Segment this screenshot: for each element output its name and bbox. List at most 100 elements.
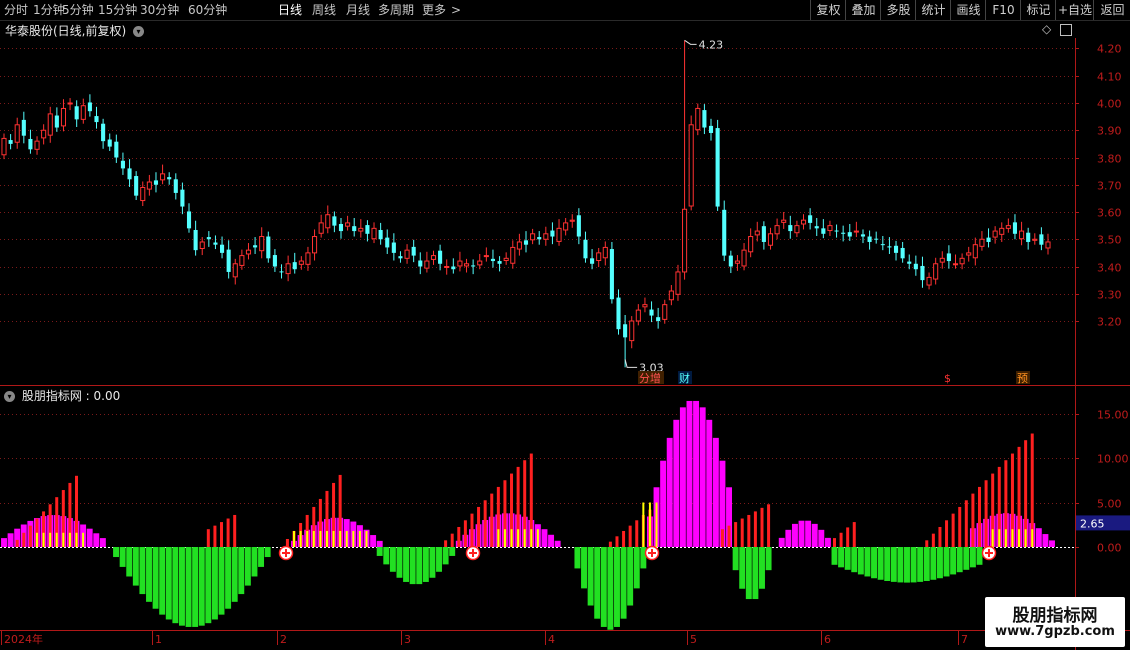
candle-body — [616, 297, 621, 330]
candle-body — [318, 222, 324, 234]
indicator-magenta-bar — [7, 533, 14, 547]
candle-body — [979, 238, 985, 247]
indicator-green-bar — [956, 547, 963, 573]
candle-body — [444, 266, 450, 268]
indicator-green-bar — [581, 547, 587, 589]
indicator-red-bar — [22, 532, 26, 547]
indicator-magenta-bar — [778, 537, 785, 547]
chevron-down-icon[interactable]: ▾ — [4, 391, 15, 402]
candle-body — [28, 138, 33, 150]
candle-body — [590, 258, 595, 264]
candle-body — [398, 256, 403, 259]
indicator-yellow-bar — [75, 532, 78, 547]
x-tick-label: 4 — [548, 633, 555, 646]
indicator-green-bar — [231, 547, 238, 602]
high-pointer — [684, 39, 697, 45]
indicator-green-bar — [218, 547, 225, 615]
diamond-icon[interactable]: ◇ — [1042, 22, 1051, 36]
candle-body — [266, 236, 271, 259]
event-marker-1: 财 — [679, 371, 690, 385]
indicator-magenta-bar — [712, 437, 719, 547]
indicator-magenta-bar — [785, 529, 792, 547]
indicator-green-bar — [587, 547, 594, 606]
indicator-green-bar — [851, 547, 858, 573]
candle-body — [510, 246, 516, 264]
indicator-green-bar — [383, 547, 390, 565]
indicator-magenta-bar — [99, 538, 106, 547]
indicator-red-bar — [931, 533, 935, 547]
indicator-green-bar — [225, 547, 232, 609]
candle-body — [867, 236, 872, 242]
indicator-green-bar — [429, 547, 436, 578]
indicator-green-bar — [172, 547, 179, 624]
candle-body — [292, 262, 297, 270]
indicator-green-bar — [897, 547, 904, 583]
candle-body — [609, 249, 614, 300]
x-tick-label: 7 — [961, 633, 968, 646]
candle-body — [543, 233, 549, 240]
indicator-green-bar — [211, 547, 218, 620]
candle-body — [662, 304, 668, 320]
candle-body — [623, 324, 628, 338]
x-tick-label: 5 — [690, 633, 697, 646]
indicator-red-bar — [450, 533, 454, 547]
chevron-down-icon[interactable]: ▾ — [133, 26, 145, 37]
candle-body — [754, 230, 760, 236]
candle-body — [959, 257, 965, 265]
candle-body — [656, 317, 661, 321]
candle-body — [602, 246, 608, 259]
candle-body — [668, 290, 674, 301]
indicator-red-bar — [28, 525, 32, 547]
candle-body — [556, 227, 562, 242]
indicator-magenta-bar — [673, 419, 680, 547]
candle-body — [47, 113, 53, 136]
indicator-green-bar — [403, 547, 410, 582]
candle-body — [173, 179, 178, 193]
candle-body — [60, 107, 67, 127]
candle-body — [774, 225, 780, 235]
indicator-green-bar — [396, 547, 403, 578]
layout-toggle-icon[interactable] — [1060, 24, 1072, 36]
candle-body — [728, 255, 733, 267]
indicator-yellow-bar — [35, 532, 38, 547]
watermark-url: www.7gpzb.com — [995, 624, 1115, 639]
indicator-green-bar — [126, 547, 133, 577]
candle-body — [285, 263, 291, 275]
indicator-red-bar — [846, 527, 850, 547]
indicator-green-bar — [838, 547, 845, 568]
indicator-green-bar — [759, 547, 765, 589]
candle-body — [404, 249, 410, 259]
candle-body — [563, 222, 569, 231]
candle-body — [457, 260, 463, 267]
candle-body — [1032, 238, 1038, 241]
x-tick-label: 3 — [404, 633, 411, 646]
indicator-yellow-bar — [306, 530, 309, 547]
indicator-yellow-bar — [332, 530, 335, 547]
candle-body — [821, 228, 826, 234]
indicator-yellow-bar — [42, 532, 45, 547]
candle-body — [748, 236, 754, 253]
candle-body — [332, 216, 337, 226]
candle-body — [239, 255, 245, 266]
candle-body — [8, 140, 13, 144]
candle-body — [134, 176, 139, 196]
indicator-yellow-bar — [345, 530, 348, 547]
y-tick-label: 4.00 — [1097, 98, 1122, 111]
indicator-yellow-bar — [62, 532, 65, 547]
indicator-green-bar — [416, 547, 423, 585]
indicator-green-bar — [185, 547, 192, 627]
indicator-green-bar — [917, 547, 924, 582]
indicator-yellow-bar — [1004, 529, 1007, 547]
indicator-green-bar — [930, 547, 937, 580]
candle-body — [114, 141, 119, 158]
indicator-green-bar — [165, 547, 172, 620]
indicator-yellow-bar — [325, 530, 328, 547]
watermark-logo: 股朋指标网 www.7gpzb.com — [985, 597, 1125, 647]
indicator-yellow-bar — [1024, 529, 1027, 547]
candle-body — [67, 102, 73, 105]
candle-body — [14, 124, 20, 143]
indicator-yellow-bar — [510, 529, 513, 547]
candle-body — [430, 255, 437, 260]
candle-body — [107, 139, 112, 147]
indicator-green-bar — [146, 547, 152, 602]
